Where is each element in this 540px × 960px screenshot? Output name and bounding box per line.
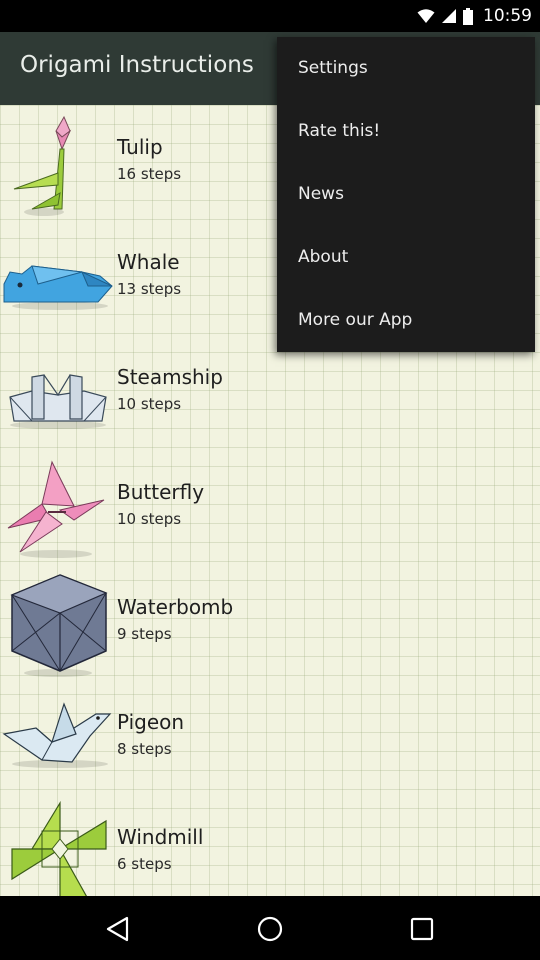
home-icon[interactable] <box>257 916 283 942</box>
steamship-thumbnail <box>2 339 114 447</box>
menu-item-more-apps[interactable]: More our App <box>277 289 535 352</box>
battery-icon <box>463 7 473 25</box>
item-steps: 8 steps <box>117 740 172 758</box>
menu-item-about[interactable]: About <box>277 226 535 289</box>
menu-item-news[interactable]: News <box>277 163 535 226</box>
item-steps: 10 steps <box>117 395 182 413</box>
status-time: 10:59 <box>483 6 532 26</box>
list-item-waterbomb[interactable]: Waterbomb 9 steps <box>0 565 540 680</box>
status-bar: 10:59 <box>0 0 540 32</box>
wifi-icon <box>417 8 435 24</box>
app-title: Origami Instructions <box>20 52 254 78</box>
item-title: Waterbomb <box>117 595 234 619</box>
butterfly-thumbnail <box>2 454 114 562</box>
pigeon-thumbnail <box>2 684 114 792</box>
menu-item-settings[interactable]: Settings <box>277 37 535 100</box>
waterbomb-thumbnail <box>2 569 114 677</box>
list-item-steamship[interactable]: Steamship 10 steps <box>0 335 540 450</box>
item-title: Butterfly <box>117 480 205 504</box>
item-steps: 13 steps <box>117 280 182 298</box>
list-item-windmill[interactable]: Windmill 6 steps <box>0 795 540 896</box>
list-item-pigeon[interactable]: Pigeon 8 steps <box>0 680 540 795</box>
list-item-butterfly[interactable]: Butterfly 10 steps <box>0 450 540 565</box>
windmill-thumbnail <box>2 799 114 896</box>
menu-item-rate[interactable]: Rate this! <box>277 100 535 163</box>
overflow-menu: Settings Rate this! News About More our … <box>277 37 535 352</box>
recents-icon[interactable] <box>409 916 435 942</box>
item-steps: 6 steps <box>117 855 172 873</box>
item-title: Pigeon <box>117 710 185 734</box>
navigation-bar <box>0 896 540 960</box>
item-steps: 9 steps <box>117 625 172 643</box>
item-title: Whale <box>117 250 180 274</box>
whale-thumbnail <box>2 224 114 332</box>
back-icon[interactable] <box>105 916 131 942</box>
item-title: Tulip <box>117 135 163 159</box>
item-steps: 10 steps <box>117 510 182 528</box>
tulip-thumbnail <box>2 109 114 217</box>
signal-icon <box>441 8 457 24</box>
item-steps: 16 steps <box>117 165 182 183</box>
item-title: Steamship <box>117 365 223 389</box>
item-title: Windmill <box>117 825 204 849</box>
status-icons: 10:59 <box>417 6 532 26</box>
